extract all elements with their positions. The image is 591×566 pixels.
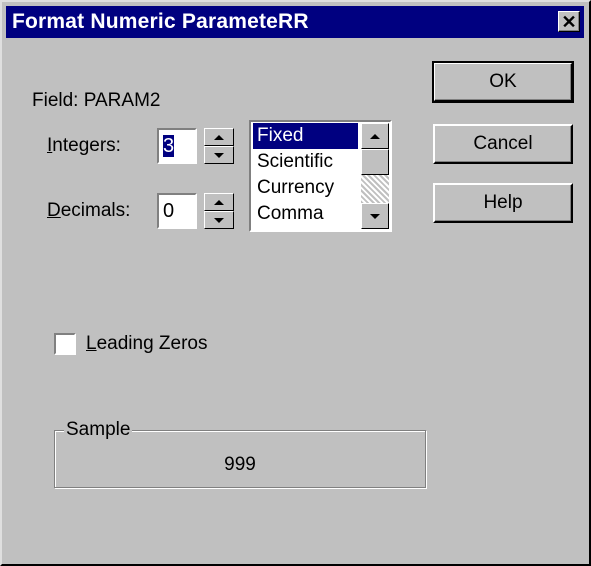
- leading-zeros-label[interactable]: Leading Zeros: [86, 333, 207, 355]
- decimals-spin-down-button[interactable]: [204, 211, 234, 229]
- window-title: Format Numeric ParameteRR: [12, 10, 309, 33]
- integers-spinner[interactable]: [204, 128, 234, 164]
- title-bar: Format Numeric ParameteRR ✕: [6, 6, 584, 38]
- scroll-up-button[interactable]: [361, 123, 389, 149]
- arrow-up-icon: [370, 133, 380, 139]
- arrow-down-icon: [370, 213, 380, 219]
- sample-group-title: Sample: [64, 419, 133, 441]
- arrow-down-icon: [214, 217, 224, 223]
- format-listbox[interactable]: Fixed Scientific Currency Comma: [249, 120, 392, 232]
- close-icon: ✕: [561, 11, 577, 32]
- decimals-spinner[interactable]: [204, 193, 234, 229]
- field-label: Field: PARAM2: [32, 90, 161, 111]
- format-list: Fixed Scientific Currency Comma: [253, 123, 358, 227]
- integers-label: Integers:: [47, 135, 121, 156]
- format-option-currency[interactable]: Currency: [253, 175, 358, 201]
- ok-button[interactable]: OK: [432, 61, 574, 103]
- integers-input[interactable]: 3: [157, 128, 197, 164]
- decimals-spin-up-button[interactable]: [204, 193, 234, 211]
- arrow-up-icon: [214, 199, 224, 205]
- scroll-thumb[interactable]: [361, 149, 389, 175]
- scroll-track[interactable]: [361, 175, 389, 203]
- leading-zeros-checkbox[interactable]: [54, 333, 76, 355]
- decimals-input[interactable]: 0: [157, 193, 197, 229]
- arrow-down-icon: [214, 152, 224, 158]
- format-option-scientific[interactable]: Scientific: [253, 149, 358, 175]
- integers-spin-down-button[interactable]: [204, 146, 234, 164]
- help-button[interactable]: Help: [433, 183, 573, 223]
- scroll-down-button[interactable]: [361, 203, 389, 229]
- arrow-up-icon: [214, 134, 224, 140]
- format-list-scrollbar[interactable]: [361, 123, 389, 229]
- dialog-window: Format Numeric ParameteRR ✕ Field: PARAM…: [0, 0, 591, 566]
- decimals-label: Decimals:: [47, 200, 131, 221]
- cancel-button[interactable]: Cancel: [433, 124, 573, 164]
- integers-spin-up-button[interactable]: [204, 128, 234, 146]
- close-button[interactable]: ✕: [558, 11, 580, 32]
- format-option-fixed[interactable]: Fixed: [253, 123, 358, 149]
- format-option-comma[interactable]: Comma: [253, 201, 358, 227]
- sample-value: 999: [224, 454, 256, 475]
